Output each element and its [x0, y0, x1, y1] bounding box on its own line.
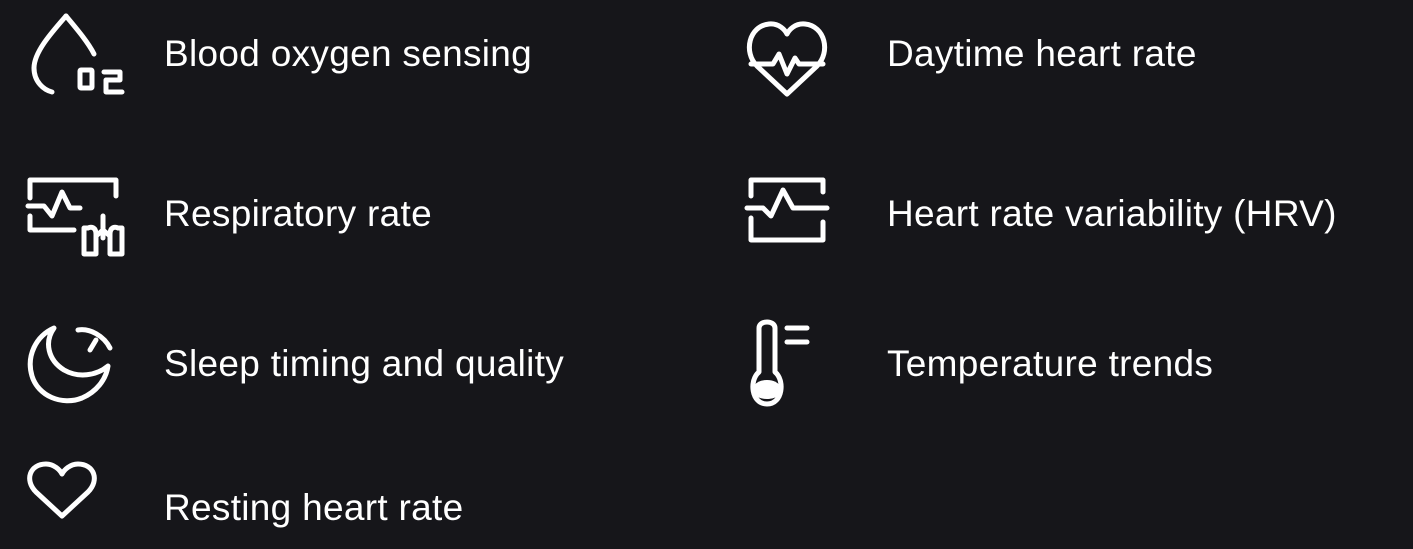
feature-label: Respiratory rate: [164, 193, 433, 234]
heart-icon: [22, 461, 132, 549]
feature-label: Blood oxygen sensing: [164, 33, 533, 74]
moon-icon: [22, 318, 132, 408]
feature-label: Resting heart rate: [164, 487, 464, 528]
pulse-monitor-icon: [744, 168, 855, 258]
feature-label: Temperature trends: [887, 343, 1214, 384]
feature-sleep: Sleep timing and quality: [22, 318, 722, 408]
feature-temperature: Temperature trends: [745, 318, 1413, 408]
lungs-monitor-icon: [22, 168, 132, 258]
feature-hrv: Heart rate variability (HRV): [744, 168, 1413, 258]
heart-pulse-icon: [745, 8, 855, 98]
thermometer-icon: [745, 318, 855, 408]
feature-label: Daytime heart rate: [887, 33, 1197, 74]
feature-label: Heart rate variability (HRV): [887, 193, 1337, 234]
feature-daytime-heart-rate: Daytime heart rate: [745, 8, 1413, 98]
feature-label: Sleep timing and quality: [164, 343, 565, 384]
feature-blood-oxygen: Blood oxygen sensing: [22, 8, 722, 98]
blood-oxygen-icon: [22, 8, 132, 98]
feature-respiratory-rate: Respiratory rate: [22, 168, 722, 258]
feature-resting-heart-rate: Resting heart rate: [22, 461, 722, 549]
